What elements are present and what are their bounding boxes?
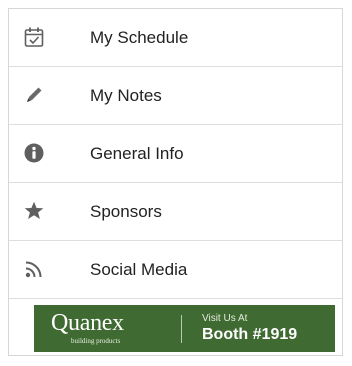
info-icon (23, 142, 45, 164)
menu-item-my-notes[interactable]: My Notes (9, 67, 342, 125)
calendar-icon (23, 26, 45, 48)
booth-text: Booth #1919 (202, 326, 298, 343)
menu-item-label: My Schedule (90, 28, 189, 47)
menu-item-social-media[interactable]: Social Media (9, 241, 342, 299)
star-icon (23, 200, 45, 222)
menu-item-label: Sponsors (90, 202, 162, 221)
menu-item-label: My Notes (90, 86, 162, 105)
visit-text: Visit Us At (202, 313, 248, 324)
banner-divider (181, 315, 182, 343)
pencil-icon (23, 84, 45, 106)
brand-name: Quanex (51, 310, 124, 336)
rss-icon (23, 258, 45, 280)
sponsor-banner[interactable]: Quanex building products Visit Us At Boo… (34, 305, 335, 352)
menu-item-sponsors[interactable]: Sponsors (9, 183, 342, 241)
quanex-logo: Quanex building products (51, 310, 169, 350)
menu-item-general-info[interactable]: General Info (9, 125, 342, 183)
brand-tagline: building products (71, 337, 121, 345)
menu-item-my-schedule[interactable]: My Schedule (9, 9, 342, 67)
side-menu-panel: My Schedule My Notes General Info Sponso… (8, 8, 343, 356)
menu-item-label: Social Media (90, 260, 188, 279)
sponsor-banner-area: Quanex building products Visit Us At Boo… (9, 299, 342, 355)
menu-item-label: General Info (90, 144, 184, 163)
main-menu: My Schedule My Notes General Info Sponso… (9, 9, 342, 299)
